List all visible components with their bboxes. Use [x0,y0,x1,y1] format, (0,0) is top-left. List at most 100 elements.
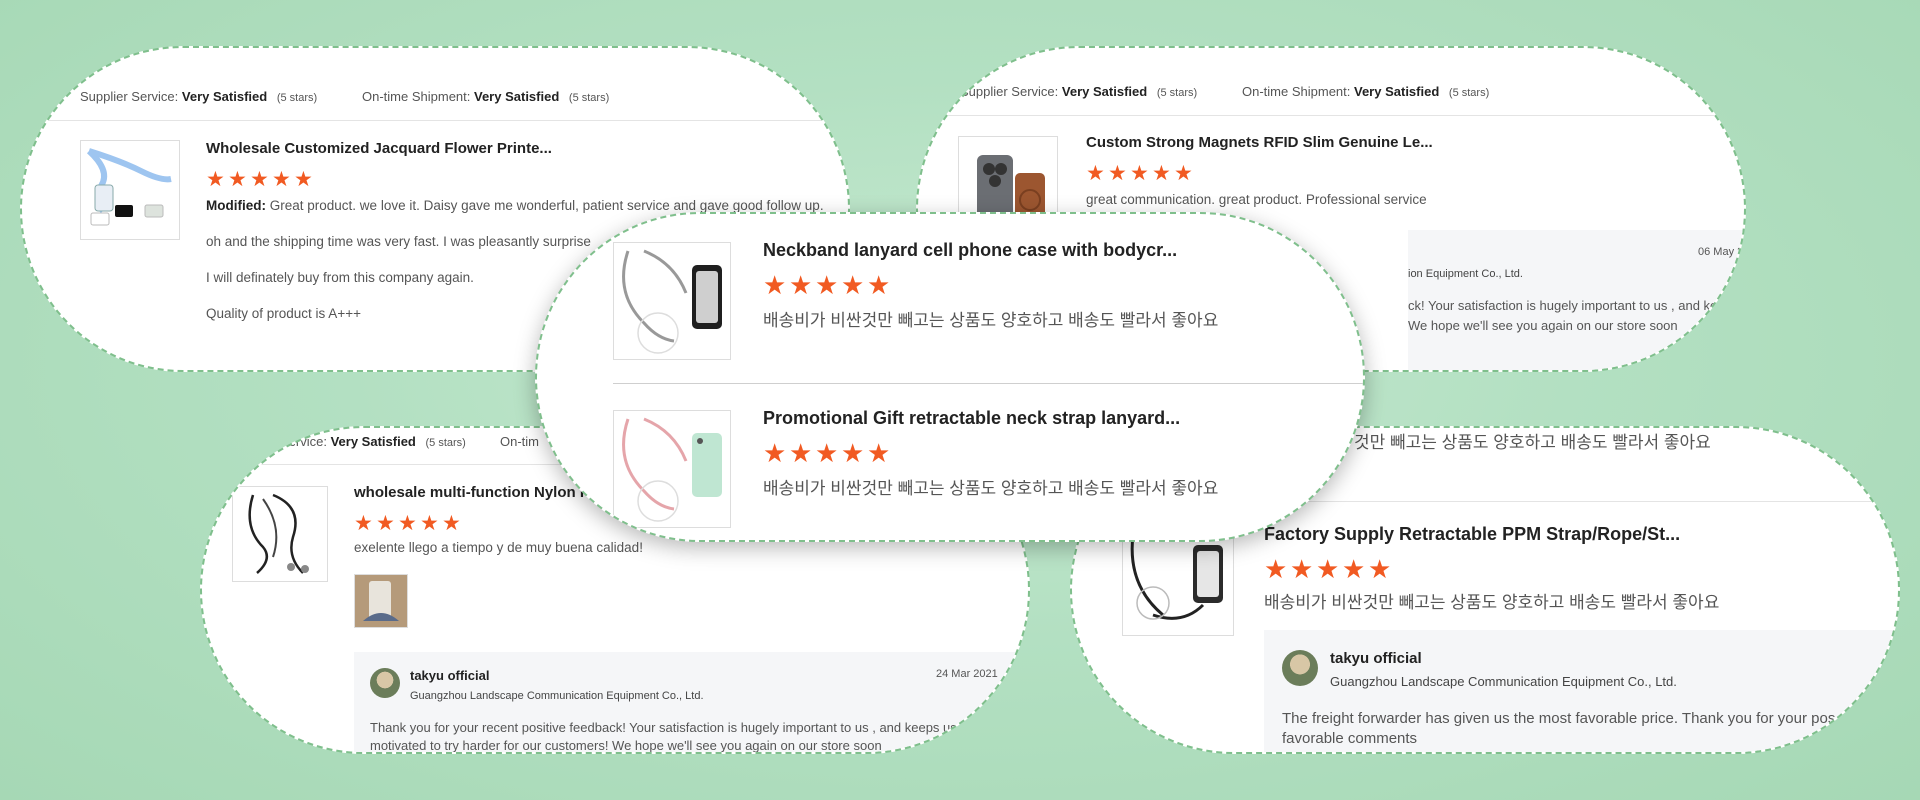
supplier-service-value: Very Satisfied [330,434,416,449]
star-icon: ★ [1130,162,1149,185]
review-photo[interactable] [354,574,408,628]
star-rating: ★ ★ ★ ★ ★ [206,168,313,191]
star-icon: ★ [815,438,839,468]
star-icon: ★ [789,270,813,300]
lanyard-image [86,148,172,226]
star-icon: ★ [763,438,787,468]
product-thumbnail[interactable] [613,242,731,360]
star-icon: ★ [1342,554,1366,584]
supplier-reply: takyu official Guangzhou Landscape Commu… [354,652,1028,753]
divider [918,115,1744,116]
star-icon: ★ [398,512,417,535]
review-line-3: I will definately buy from this company … [206,270,474,285]
divider [22,120,848,121]
star-icon: ★ [1152,162,1171,185]
shipment-stars: (5 stars) [1448,87,1490,99]
star-icon: ★ [1086,162,1105,185]
shipment-rating: On-time Shipment: Very Satisfied (5 star… [1242,84,1489,99]
product-title[interactable]: Factory Supply Retractable PPM Strap/Rop… [1264,524,1680,545]
star-rating-1: ★ ★ ★ ★ ★ [763,270,890,300]
star-icon: ★ [442,512,461,535]
review-text: exelente llego a tiempo y de muy buena c… [354,540,643,555]
reply-company: ion Equipment Co., Ltd. [1408,268,1523,280]
supplier-service-label: Service: [280,434,327,449]
review-text: 배송비가 비싼것만 빼고는 상품도 양호하고 배송도 빨라서 좋아요 [1264,593,1720,612]
reply-name: takyu official [410,668,490,683]
supplier-service-rating: Service: Very Satisfied (5 stars) [280,434,466,449]
star-icon: ★ [1264,554,1288,584]
supplier-service-value: Very Satisfied [1061,84,1148,99]
divider [613,383,1363,384]
reply-company: Guangzhou Landscape Communication Equipm… [1330,674,1677,689]
modified-label: Modified: [206,198,266,213]
product-title-2[interactable]: Promotional Gift retractable neck strap … [763,408,1180,429]
supplier-service-label: Supplier Service: [80,89,179,104]
review-card-center: Neckband lanyard cell phone case with bo… [535,212,1365,542]
review-text-2: 배송비가 비싼것만 빼고는 상품도 양호하고 배송도 빨라서 좋아요 [763,479,1219,498]
reply-line-2: We hope we'll see you again on our store… [1408,318,1678,333]
star-icon: ★ [1108,162,1127,185]
star-icon: ★ [763,270,787,300]
shipment-value: Very Satisfied [1354,84,1440,99]
reply-line-1: ck! Your satisfaction is hugely importan… [1408,298,1746,313]
product-title[interactable]: Custom Strong Magnets RFID Slim Genuine … [1086,134,1433,151]
shipment-label: On-tim [500,434,539,449]
product-thumbnail[interactable] [80,140,180,240]
star-icon: ★ [294,168,313,191]
retractable-strap-image [622,417,722,522]
reply-line-1: Thank you for your recent positive feedb… [370,720,957,735]
avatar [370,668,400,698]
product-title[interactable]: Wholesale Customized Jacquard Flower Pri… [206,140,552,157]
supplier-service-rating: Supplier Service: Very Satisfied (5 star… [80,89,317,104]
product-thumbnail[interactable] [613,410,731,528]
supplier-service-stars: (5 stars) [276,92,318,104]
star-icon: ★ [206,168,225,191]
review-text-1: 배송비가 비싼것만 빼고는 상품도 양호하고 배송도 빨라서 좋아요 [763,311,1219,330]
star-icon: ★ [1174,162,1193,185]
review-text: Great product. we love it. Daisy gave me… [269,198,824,213]
review-photo-image [355,575,407,627]
star-rating: ★ ★ ★ ★ ★ [1264,554,1392,584]
star-icon: ★ [420,512,439,535]
review-line-1: Modified: Great product. we love it. Dai… [206,198,824,213]
review-line-2: oh and the shipping time was very fast. … [206,234,591,249]
reply-line-2: favorable comments [1282,730,1418,747]
star-icon: ★ [867,438,891,468]
reply-name: takyu official [1330,650,1422,667]
reply-line-2: motivated to try harder for our customer… [370,738,882,753]
star-icon: ★ [1290,554,1314,584]
supplier-service-value: Very Satisfied [181,89,268,104]
neckband-lanyard-image [622,249,722,354]
shipment-rating: On-time Shipment: Very Satisfied (5 star… [362,89,609,104]
supplier-service-label: Supplier Service: [960,84,1059,99]
strap-image [248,493,309,574]
review-line-4: Quality of product is A+++ [206,306,361,321]
star-icon: ★ [354,512,373,535]
star-icon: ★ [1316,554,1340,584]
star-icon: ★ [841,438,865,468]
product-title-1[interactable]: Neckband lanyard cell phone case with bo… [763,240,1177,261]
supplier-service-stars: (5 stars) [1156,87,1198,99]
supplier-reply: 06 May 20 ion Equipment Co., Ltd. ck! Yo… [1408,230,1746,370]
star-rating: ★ ★ ★ ★ ★ [1086,162,1193,185]
star-icon: ★ [841,270,865,300]
supplier-service-stars: (5 stars) [425,437,466,449]
star-icon: ★ [228,168,247,191]
review-text: great communication. great product. Prof… [1086,192,1427,207]
star-icon: ★ [376,512,395,535]
star-icon: ★ [272,168,291,191]
product-thumbnail[interactable] [232,486,328,582]
star-icon: ★ [789,438,813,468]
star-icon: ★ [815,270,839,300]
shipment-label: On-time Shipment: [362,89,471,104]
star-rating: ★ ★ ★ ★ ★ [354,512,461,535]
review-text-top: 것만 빼고는 상품도 양호하고 배송도 빨라서 좋아요 [1354,433,1711,452]
reply-line-1: The freight forwarder has given us the m… [1282,710,1836,727]
shipment-label: On-time Shipment: [1242,84,1351,99]
product-title[interactable]: wholesale multi-function Nylon R [354,484,591,501]
reply-company: Guangzhou Landscape Communication Equipm… [410,690,704,702]
supplier-reply: takyu official Guangzhou Landscape Commu… [1264,630,1898,752]
star-icon: ★ [1368,554,1392,584]
reply-date: 24 Mar 2021 [936,668,998,680]
star-rating-2: ★ ★ ★ ★ ★ [763,438,891,468]
